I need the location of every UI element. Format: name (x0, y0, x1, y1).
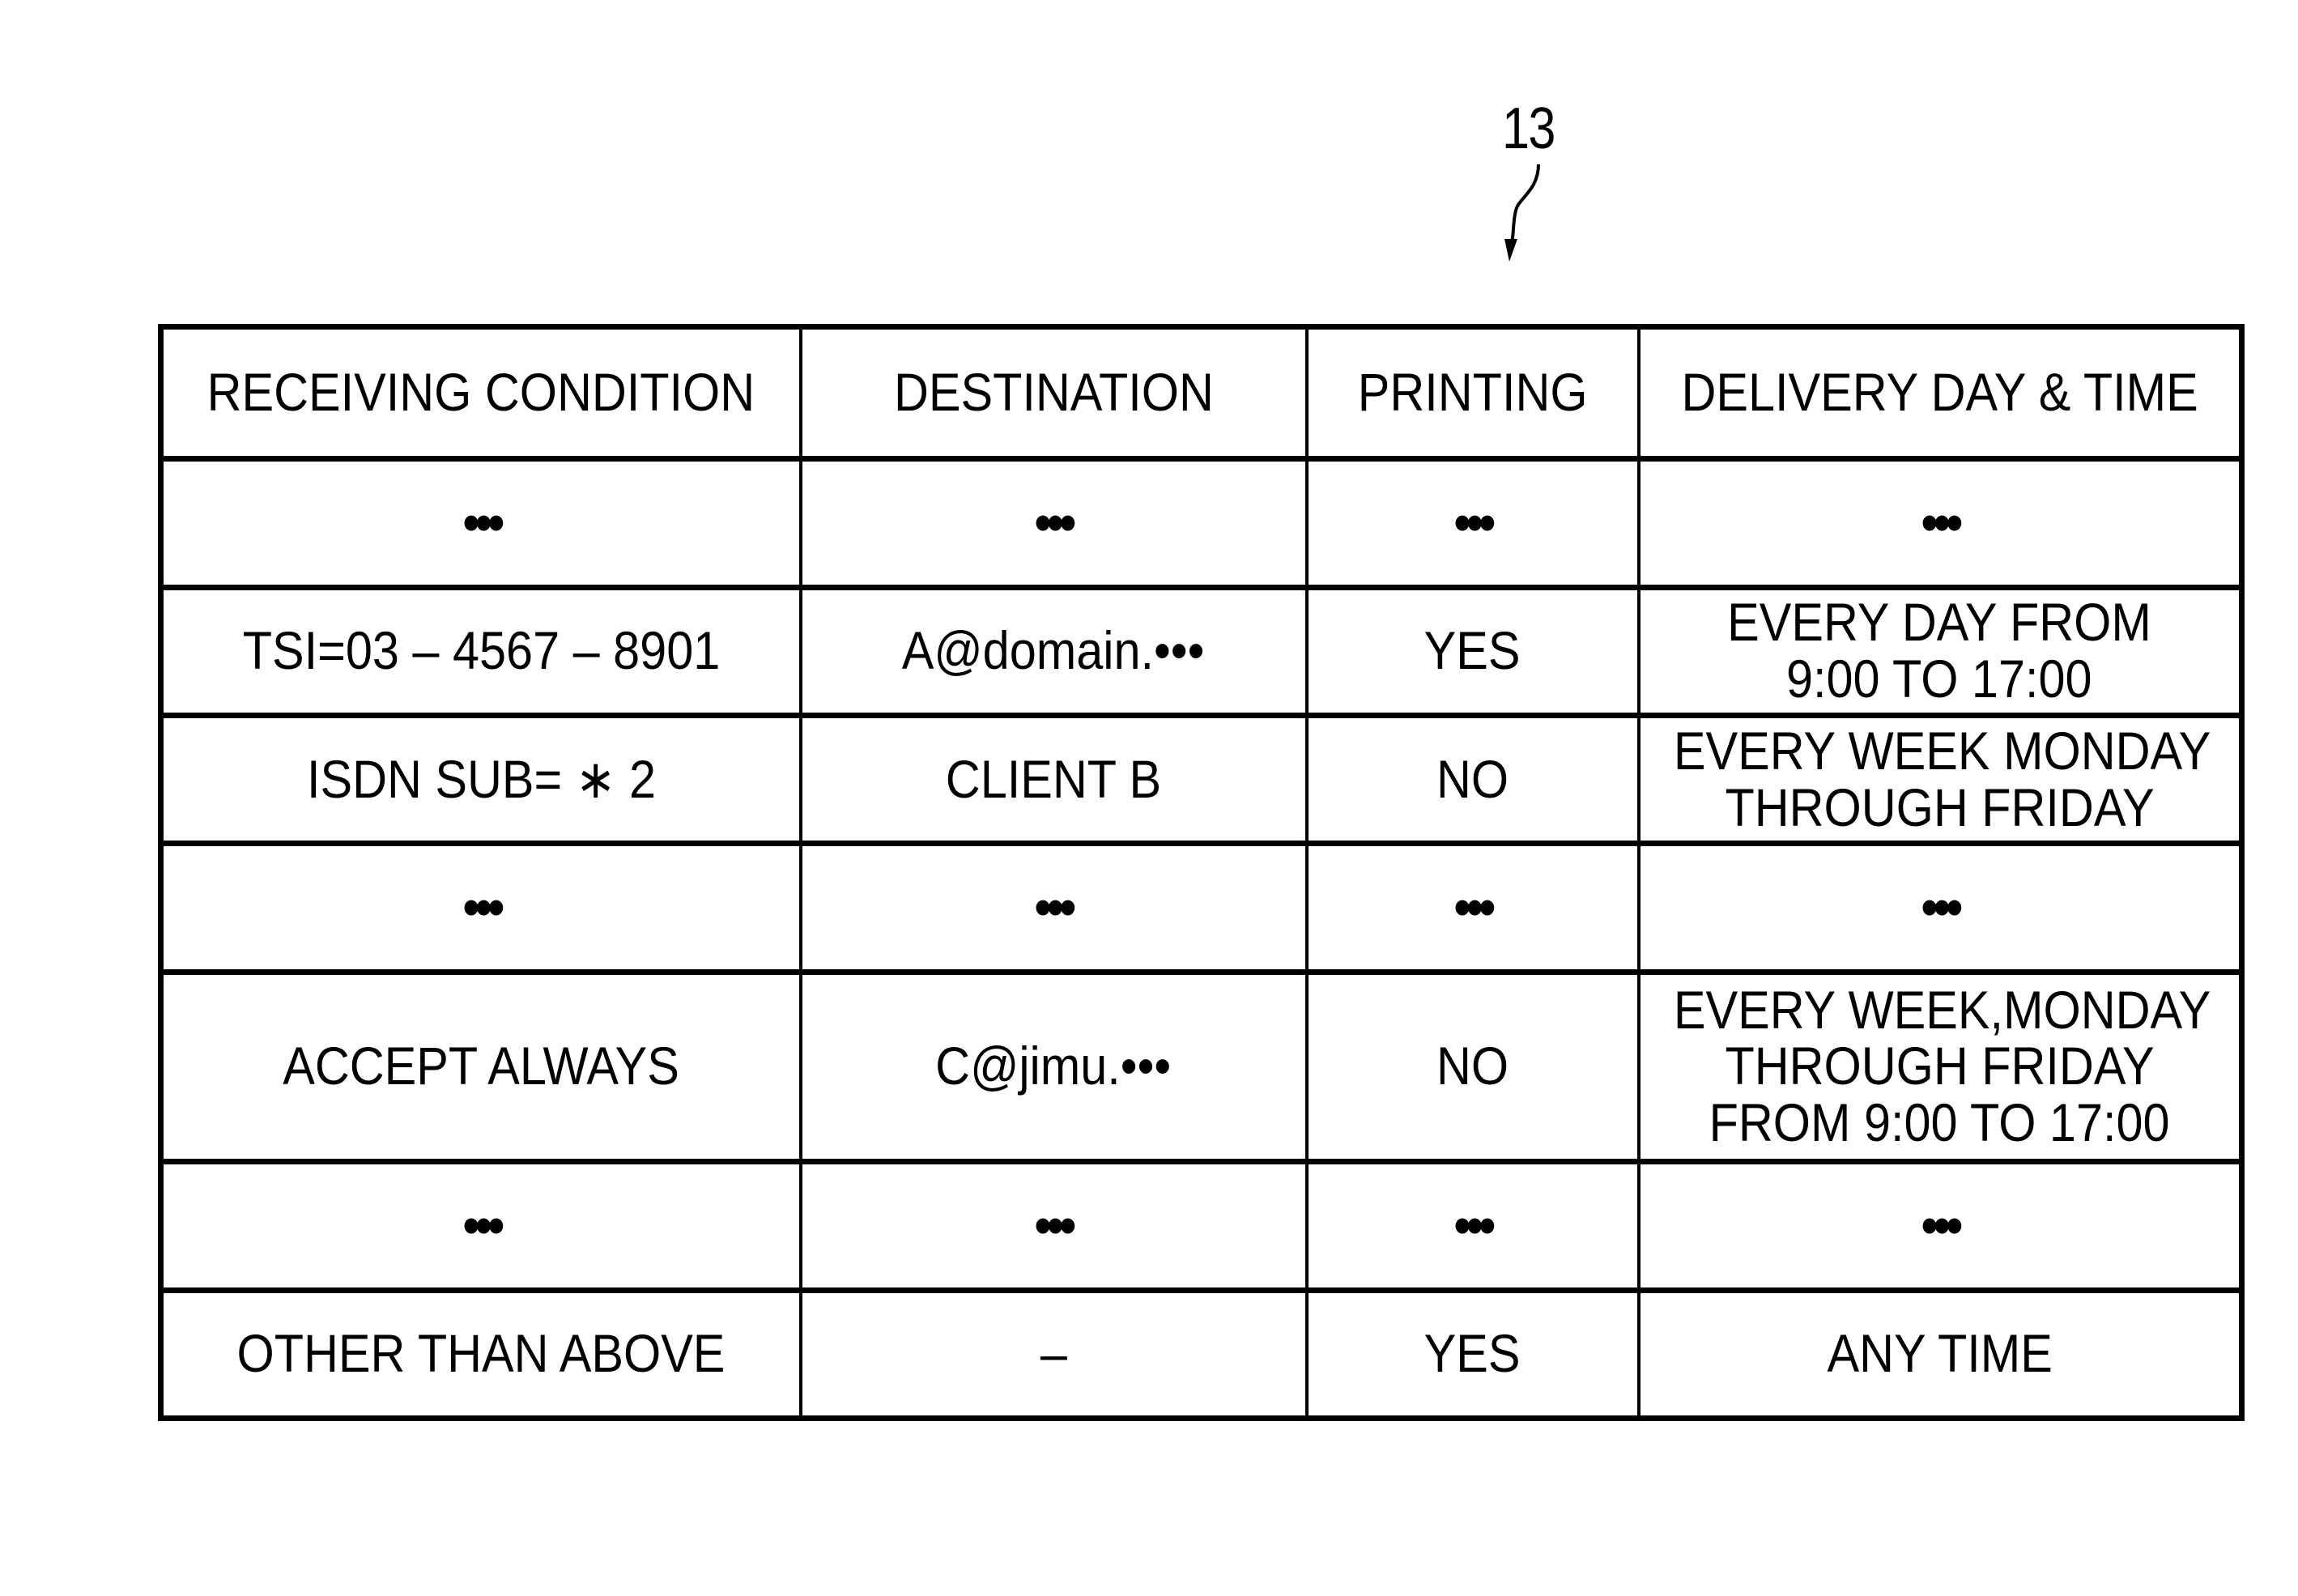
cell-receiving-condition: ••• (159, 841, 802, 974)
leader-arrow-icon (1504, 164, 1540, 262)
cell-receiving-condition: ••• (159, 1160, 802, 1292)
table-row: ••• ••• ••• ••• (159, 1160, 2244, 1292)
cell-destination: CLIENT B (798, 713, 1309, 845)
cell-destination: A@domain.••• (798, 585, 1309, 717)
header-receiving-condition: RECEIVING CONDITION (159, 325, 802, 461)
cell-printing: NO (1304, 970, 1641, 1164)
cell-destination: ••• (798, 841, 1309, 974)
cell-destination: C@jimu.••• (798, 970, 1309, 1164)
cell-printing: ••• (1304, 1160, 1641, 1292)
cell-receiving-condition: ISDN SUB= ∗ 2 (159, 713, 802, 845)
table-row: OTHER THAN ABOVE – YES ANY TIME (159, 1288, 2244, 1420)
header-delivery-day-time: DELIVERY DAY & TIME (1636, 325, 2244, 461)
cell-receiving-condition: ••• (159, 457, 802, 589)
table-row: TSI=03 – 4567 – 8901 A@domain.••• YES EV… (159, 585, 2244, 717)
table-row: ••• ••• ••• ••• (159, 457, 2244, 589)
cell-delivery: ••• (1636, 457, 2244, 589)
cell-delivery: ••• (1636, 841, 2244, 974)
header-printing: PRINTING (1304, 325, 1641, 461)
cell-destination: ••• (798, 1160, 1309, 1292)
header-row: RECEIVING CONDITION DESTINATION PRINTING… (159, 325, 2244, 461)
cell-printing: NO (1304, 713, 1641, 845)
header-destination: DESTINATION (798, 325, 1309, 461)
cell-delivery: ••• (1636, 1160, 2244, 1292)
table-row: ••• ••• ••• ••• (159, 841, 2244, 974)
cell-delivery: EVERY DAY FROM 9:00 TO 17:00 (1636, 585, 2244, 717)
table-row: ISDN SUB= ∗ 2 CLIENT B NO EVERY WEEK MON… (159, 713, 2244, 845)
cell-printing: YES (1304, 1288, 1641, 1420)
cell-delivery: ANY TIME (1636, 1288, 2244, 1420)
cell-printing: ••• (1304, 841, 1641, 974)
cell-printing: YES (1304, 585, 1641, 717)
cell-destination: ••• (798, 457, 1309, 589)
reference-numeral: 13 (1502, 96, 1555, 161)
cell-receiving-condition: OTHER THAN ABOVE (159, 1288, 802, 1420)
cell-delivery: EVERY WEEK,MONDAY THROUGH FRIDAY FROM 9:… (1636, 970, 2244, 1164)
cell-receiving-condition: ACCEPT ALWAYS (159, 970, 802, 1164)
table-row: ACCEPT ALWAYS C@jimu.••• NO EVERY WEEK,M… (159, 970, 2244, 1164)
cell-delivery: EVERY WEEK MONDAY THROUGH FRIDAY (1636, 713, 2244, 845)
cell-receiving-condition: TSI=03 – 4567 – 8901 (159, 585, 802, 717)
routing-condition-table: RECEIVING CONDITION DESTINATION PRINTING… (158, 324, 2245, 1421)
cell-printing: ••• (1304, 457, 1641, 589)
cell-destination: – (798, 1288, 1309, 1420)
